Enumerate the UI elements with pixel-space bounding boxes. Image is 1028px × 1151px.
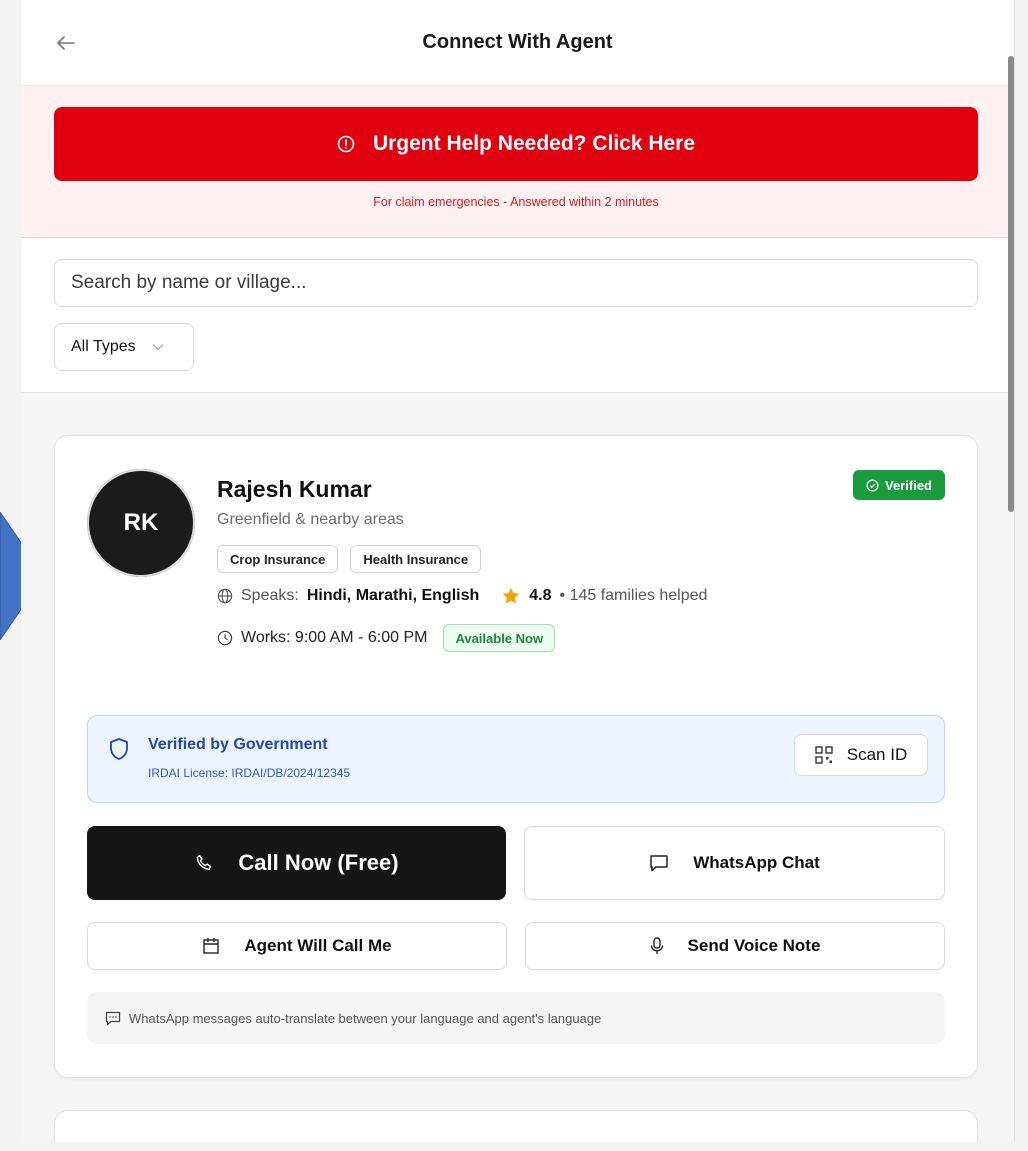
- chat-bubble-icon: [650, 855, 668, 872]
- government-verification-box: Verified by Government IRDAI License: IR…: [87, 715, 945, 803]
- next-agent-card: [54, 1110, 978, 1142]
- search-input[interactable]: [54, 259, 978, 307]
- translation-note-text: WhatsApp messages auto-translate between…: [129, 1010, 602, 1026]
- agent-will-call-label: Agent Will Call Me: [244, 936, 392, 955]
- whatsapp-chat-button[interactable]: WhatsApp Chat: [524, 826, 945, 900]
- check-circle-icon: [866, 479, 879, 491]
- verified-label: Verified: [885, 477, 932, 493]
- languages-value: Hindi, Marathi, English: [306, 587, 480, 604]
- globe-icon: [217, 588, 233, 604]
- send-voice-note-button[interactable]: Send Voice Note: [525, 922, 945, 970]
- send-voice-note-label: Send Voice Note: [687, 936, 821, 955]
- back-button[interactable]: [51, 30, 81, 56]
- secondary-actions: Agent Will Call Me Send Voice Note: [87, 922, 945, 970]
- alert-circle-icon: [337, 135, 355, 153]
- call-now-label: Call Now (Free): [238, 850, 399, 875]
- primary-actions: Call Now (Free) WhatsApp Chat: [87, 826, 945, 900]
- scan-id-label: Scan ID: [846, 745, 908, 764]
- hours-row: Works: 9:00 AM - 6:00 PM Available Now: [217, 624, 556, 652]
- calendar-icon: [203, 938, 220, 954]
- translation-note: WhatsApp messages auto-translate between…: [87, 992, 945, 1044]
- families-helped: • 145 families helped: [559, 587, 708, 604]
- agent-card: RK Verified Rajesh Kumar Greenfield & ne…: [54, 435, 978, 1078]
- screen: Connect With Agent Urgent Help Needed? C…: [0, 0, 1028, 1151]
- type-select[interactable]: All Types: [54, 323, 194, 371]
- work-hours: Works: 9:00 AM - 6:00 PM: [241, 629, 428, 646]
- qr-code-icon: [815, 746, 833, 764]
- filter-section: All Types: [21, 238, 1014, 393]
- page-title: Connect With Agent: [422, 31, 613, 53]
- scrollbar-thumb[interactable]: [1008, 56, 1014, 512]
- avatar: RK: [87, 469, 195, 577]
- agent-tags: Crop Insurance Health Insurance: [217, 545, 482, 573]
- languages-row: Speaks: Hindi, Marathi, English 4.8 • 14…: [217, 586, 707, 606]
- speaks-label: Speaks:: [241, 587, 299, 604]
- call-now-button[interactable]: Call Now (Free): [87, 826, 506, 900]
- availability-badge: Available Now: [443, 624, 556, 652]
- urgent-help-label: Urgent Help Needed? Click Here: [372, 132, 696, 155]
- clock-icon: [217, 630, 233, 646]
- star-icon: [502, 587, 520, 604]
- microphone-icon: [650, 937, 663, 954]
- agent-name: Rajesh Kumar: [217, 476, 372, 502]
- shield-icon: [110, 738, 128, 760]
- chevron-down-icon: [152, 344, 164, 351]
- agent-area: Greenfield & nearby areas: [217, 511, 404, 528]
- urgent-section: Urgent Help Needed? Click Here For claim…: [21, 86, 1014, 238]
- urgent-subtitle: For claim emergencies - Answered within …: [373, 195, 659, 209]
- scrollbar[interactable]: [1006, 14, 1014, 1134]
- scan-id-button[interactable]: Scan ID: [794, 734, 928, 776]
- tag-health-insurance: Health Insurance: [350, 545, 482, 573]
- tag-crop-insurance: Crop Insurance: [217, 545, 339, 573]
- message-square-icon: [105, 1011, 121, 1025]
- urgent-help-button[interactable]: Urgent Help Needed? Click Here: [54, 107, 978, 181]
- verified-badge: Verified: [853, 470, 945, 500]
- gov-verified-title: Verified by Government: [148, 736, 328, 753]
- agent-will-call-button[interactable]: Agent Will Call Me: [87, 922, 507, 970]
- app-window: Connect With Agent Urgent Help Needed? C…: [21, 0, 1015, 1142]
- whatsapp-chat-label: WhatsApp Chat: [693, 853, 820, 872]
- arrow-left-icon: [57, 36, 75, 50]
- rating-value: 4.8: [529, 587, 552, 604]
- phone-icon: [197, 854, 212, 870]
- type-select-value: All Types: [71, 338, 136, 355]
- license-number: IRDAI License: IRDAI/DB/2024/12345: [148, 766, 351, 780]
- top-bar: Connect With Agent: [21, 0, 1014, 86]
